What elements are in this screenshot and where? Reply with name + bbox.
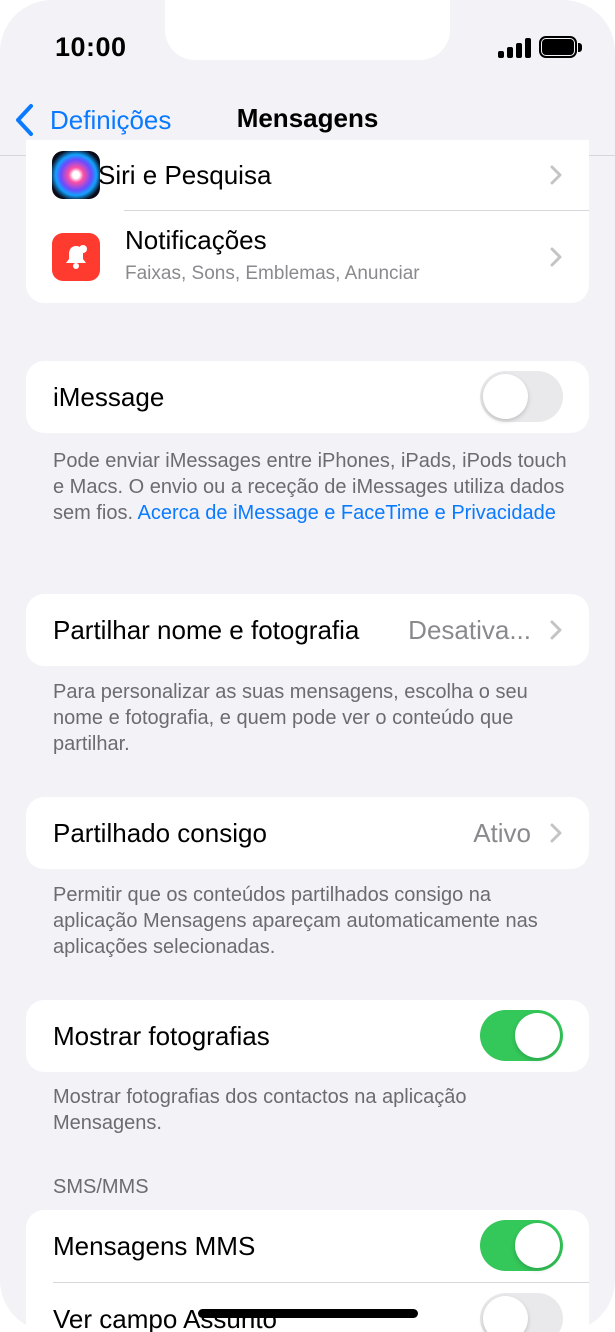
cellular-signal-icon — [498, 38, 532, 58]
mms-toggle[interactable] — [480, 1220, 563, 1271]
shared-with-you-group: Partilhado consigo Ativo — [26, 797, 589, 869]
page-title: Mensagens — [236, 103, 379, 133]
status-time: 10:00 — [55, 32, 127, 62]
imessage-label: iMessage — [53, 381, 165, 412]
share-name-row[interactable]: Partilhar nome e fotografia Desativa... — [26, 594, 589, 666]
notifications-subtitle: Faixas, Sons, Emblemas, Anunciar — [125, 263, 420, 284]
subject-row: Ver campo Assunto — [26, 1283, 589, 1332]
notifications-row[interactable]: Notificações Faixas, Sons, Emblemas, Anu… — [26, 211, 589, 303]
bell-icon — [52, 233, 100, 281]
show-photos-label: Mostrar fotografias — [53, 1020, 270, 1051]
siri-label: Siri e Pesquisa — [98, 159, 272, 190]
shared-with-you-label: Partilhado consigo — [53, 817, 267, 848]
share-name-footer: Para personalizar as suas mensagens, esc… — [53, 681, 528, 755]
imessage-footer: Pode enviar iMessages entre iPhones, iPa… — [53, 448, 573, 526]
chevron-right-icon — [550, 165, 562, 185]
apps-group: Siri e Pesquisa Notificações Faixas, Son… — [26, 140, 589, 303]
siri-row[interactable]: Siri e Pesquisa — [26, 140, 589, 210]
show-photos-footer: Mostrar fotografias dos contactos na apl… — [53, 1086, 467, 1134]
chevron-right-icon — [550, 823, 562, 843]
share-name-value: Desativa... — [408, 614, 531, 645]
chevron-right-icon — [550, 247, 562, 267]
shared-with-you-value: Ativo — [473, 817, 531, 848]
mms-label: Mensagens MMS — [53, 1230, 256, 1261]
share-name-label: Partilhar nome e fotografia — [53, 614, 360, 645]
imessage-group: iMessage — [26, 361, 589, 433]
home-indicator[interactable] — [198, 1309, 418, 1318]
mms-row: Mensagens MMS — [26, 1210, 589, 1282]
status-bar: 10:00 — [0, 0, 615, 95]
imessage-row: iMessage — [26, 361, 589, 433]
notifications-label: Notificações — [125, 225, 267, 255]
show-photos-row: Mostrar fotografias — [26, 1000, 589, 1072]
shared-with-you-footer: Permitir que os conteúdos partilhados co… — [53, 884, 538, 958]
show-photos-toggle[interactable] — [480, 1010, 563, 1061]
chevron-right-icon — [550, 620, 562, 640]
shared-with-you-row[interactable]: Partilhado consigo Ativo — [26, 797, 589, 869]
subject-toggle[interactable] — [480, 1293, 563, 1332]
show-photos-group: Mostrar fotografias — [26, 1000, 589, 1072]
sms-mms-section-header: SMS/MMS — [53, 1176, 149, 1198]
dynamic-island-notch — [165, 0, 450, 60]
siri-icon — [52, 151, 100, 199]
battery-icon — [539, 36, 583, 60]
imessage-privacy-link[interactable]: Acerca de iMessage e FaceTime e Privacid… — [137, 502, 555, 524]
share-name-group: Partilhar nome e fotografia Desativa... — [26, 594, 589, 666]
imessage-toggle[interactable] — [480, 371, 563, 422]
phone-screen: 10:00 Definições Mensagens Siri e Pesqui… — [0, 0, 615, 1332]
